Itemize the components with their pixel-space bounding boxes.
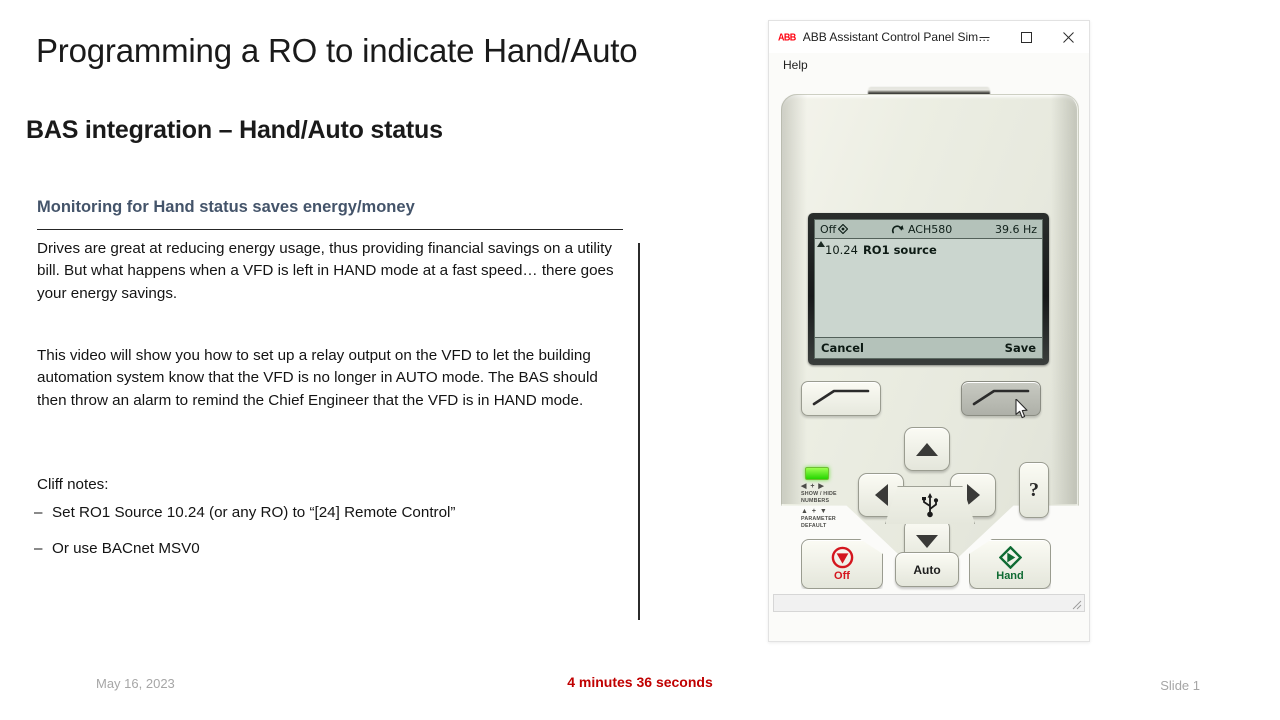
footer-duration: 4 minutes 36 seconds <box>567 674 713 690</box>
soft-key-right[interactable] <box>961 381 1041 416</box>
scroll-up-indicator-icon <box>817 241 825 247</box>
auto-button[interactable]: Auto <box>895 552 959 587</box>
legend-line-1b: NUMBERS <box>801 498 830 504</box>
lcd-softkey-left-label: Cancel <box>821 341 864 355</box>
slide-subtitle: BAS integration – Hand/Auto status <box>26 116 443 144</box>
lcd-drive-state: Off <box>820 222 837 236</box>
usb-port-area <box>885 486 975 524</box>
lcd-status-left: Off <box>820 222 849 236</box>
menu-item-help[interactable]: Help <box>779 56 812 74</box>
maximize-icon <box>1020 31 1032 43</box>
window-titlebar[interactable]: ABB ABB Assistant Control Panel Sim… <box>769 21 1089 53</box>
page-title: Programming a RO to indicate Hand/Auto <box>36 32 638 69</box>
legend-combo-1: ◀ + ▶ <box>801 483 825 490</box>
slide-canvas: Programming a RO to indicate Hand/Auto B… <box>0 0 1280 720</box>
window-title: ABB Assistant Control Panel Sim… <box>802 30 991 44</box>
auto-button-label: Auto <box>913 562 941 577</box>
footer-slide-number: Slide 1 <box>1160 678 1200 693</box>
legend-combo-2: ▲ + ▼ <box>801 508 828 515</box>
vertical-divider <box>638 243 641 620</box>
stop-off-icon <box>831 546 853 569</box>
body-paragraph-2: This video will show you how to set up a… <box>37 347 598 409</box>
hand-button[interactable]: Hand <box>969 539 1051 589</box>
control-panel-device: Off ACH580 39.6 Hz 10.24 RO1 source Canc… <box>775 87 1083 597</box>
mouse-cursor-icon <box>1015 399 1028 419</box>
list-item-label: Set RO1 Source 10.24 (or any RO) to “[24… <box>52 504 456 521</box>
soft-key-left[interactable] <box>801 381 881 416</box>
off-button-label: Off <box>834 570 850 582</box>
lcd-status-bar: Off ACH580 39.6 Hz <box>815 220 1042 239</box>
soft-key-left-icon <box>812 389 870 406</box>
lcd-softkey-right-label: Save <box>1004 341 1036 355</box>
abb-logo-icon: ABB <box>778 31 796 43</box>
lcd-status-center: ACH580 <box>848 223 995 236</box>
lcd-bezel: Off ACH580 39.6 Hz 10.24 RO1 source Canc… <box>808 213 1049 365</box>
status-led-indicator <box>805 467 829 480</box>
close-icon <box>1062 31 1074 43</box>
window-statusbar <box>773 594 1085 612</box>
list-item-label: Or use BACnet MSV0 <box>52 540 200 558</box>
local-control-diamond-icon <box>838 224 849 234</box>
list-item: – Or use BACnet MSV0 <box>34 538 614 560</box>
close-button[interactable] <box>1047 21 1089 53</box>
usb-port-icon <box>922 493 939 518</box>
window-controls <box>963 21 1089 53</box>
bullet-dash: – <box>34 504 43 521</box>
list-item: – Set RO1 Source 10.24 (or any RO) to “[… <box>34 502 614 524</box>
body-paragraph-1: Drives are great at reducing energy usag… <box>37 240 614 302</box>
lcd-drive-name: ACH580 <box>907 222 953 236</box>
lcd-screen: Off ACH580 39.6 Hz 10.24 RO1 source Canc… <box>814 219 1043 359</box>
rotation-direction-icon <box>891 224 904 233</box>
simulator-canvas: Off ACH580 39.6 Hz 10.24 RO1 source Canc… <box>769 77 1089 617</box>
keypad-shortcut-legend: ◀ + ▶ SHOW / HIDE NUMBERS ▲ + ▼ PARAMETE… <box>801 482 861 530</box>
start-hand-icon <box>998 546 1022 569</box>
nav-up-button[interactable] <box>904 427 950 471</box>
resize-grip-icon[interactable] <box>1072 600 1082 610</box>
parameter-row[interactable]: 10.24 RO1 source <box>825 243 1038 257</box>
parameter-number: 10.24 <box>825 243 858 257</box>
legend-line-2b: DEFAULT <box>801 523 827 529</box>
cliff-notes-label: Cliff notes: <box>37 476 109 493</box>
triangle-up-icon <box>916 442 938 456</box>
help-button-label: ? <box>1029 478 1039 501</box>
maximize-button[interactable] <box>1005 21 1047 53</box>
legend-line-2a: PARAMETER <box>801 516 836 522</box>
help-button[interactable]: ? <box>1019 462 1049 518</box>
section-heading: Monitoring for Hand status saves energy/… <box>37 198 623 230</box>
triangle-down-icon <box>916 534 938 548</box>
lcd-frequency: 39.6 Hz <box>994 222 1037 236</box>
lcd-softkey-bar: Cancel Save <box>815 337 1042 358</box>
minimize-button[interactable] <box>963 21 1005 53</box>
hand-button-label: Hand <box>996 570 1024 582</box>
abb-control-panel-simulator-window: ABB ABB Assistant Control Panel Sim… Hel… <box>768 20 1090 642</box>
minimize-icon <box>979 36 989 38</box>
bullet-dash: – <box>34 540 43 558</box>
window-menubar: Help <box>769 53 1089 77</box>
cliff-notes-list: – Set RO1 Source 10.24 (or any RO) to “[… <box>34 502 614 575</box>
lcd-content-area: 10.24 RO1 source <box>815 239 1042 337</box>
off-button[interactable]: Off <box>801 539 883 589</box>
legend-line-1a: SHOW / HIDE <box>801 491 837 497</box>
parameter-name: RO1 source <box>862 243 937 257</box>
